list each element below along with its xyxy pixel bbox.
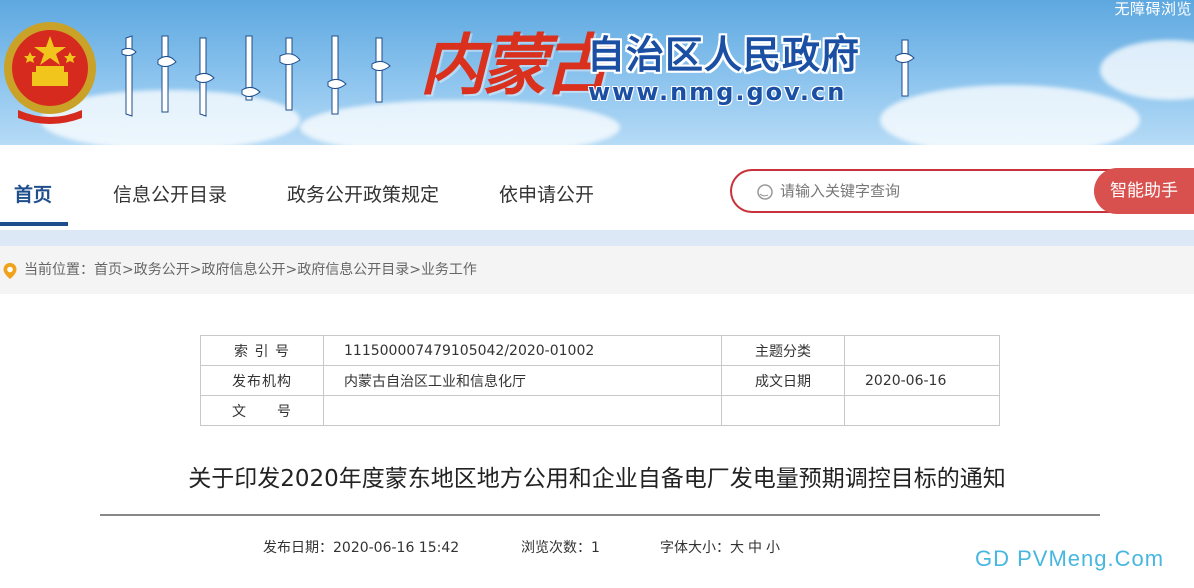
article-title: 关于印发2020年度蒙东地区地方公用和企业自备电厂发电量预期调控目标的通知 — [188, 466, 1006, 492]
nav-item-home[interactable]: 首页 — [14, 183, 52, 207]
header-banner: 无障碍浏览 内蒙古 自治区人民政府 www.nmg.gov.cn — [0, 0, 1194, 145]
breadcrumb-item-home[interactable]: 首页 — [94, 262, 122, 278]
search-input[interactable] — [780, 178, 1080, 204]
breadcrumb-bar: 当前位置：首页>政务公开>政府信息公开>政府信息公开目录>业务工作 — [0, 246, 1194, 294]
font-size-control: 字体大小：大中小 — [660, 537, 784, 557]
search-box — [730, 169, 1130, 213]
table-row: 发布机构 内蒙古自治区工业和信息化厅 成文日期 2020-06-16 — [200, 365, 1000, 396]
accessibility-link[interactable]: 无障碍浏览 — [1112, 0, 1194, 18]
mongolian-script-mark — [895, 39, 915, 97]
view-count-label: 浏览次数： — [521, 540, 591, 556]
font-size-large-button[interactable]: 大 — [730, 540, 744, 556]
site-url: www.nmg.gov.cn — [588, 78, 847, 106]
nav-item-policy-rules[interactable]: 政务公开政策规定 — [287, 183, 439, 207]
publish-date-label: 发布日期： — [263, 540, 333, 556]
main-navigation: 首页 信息公开目录 政务公开政策规定 依申请公开 智能助手 — [0, 145, 1194, 230]
breadcrumb-separator: > — [409, 262, 421, 278]
index-number-value: 111500007479105042/2020-01002 — [323, 335, 722, 366]
national-emblem-icon — [4, 22, 96, 124]
view-count-value: 1 — [591, 540, 600, 556]
font-size-small-button[interactable]: 小 — [766, 540, 780, 556]
view-count: 浏览次数：1 — [521, 537, 600, 557]
active-tab-indicator — [0, 222, 68, 226]
written-date-value: 2020-06-16 — [844, 365, 1000, 396]
empty-cell — [844, 395, 1000, 426]
empty-cell — [721, 395, 845, 426]
watermark-text: GD PVMeng.Com — [975, 546, 1165, 571]
document-number-value — [323, 395, 722, 426]
breadcrumb-separator: > — [189, 262, 202, 278]
divider-band — [0, 230, 1194, 246]
publish-date: 发布日期：2020-06-16 15:42 — [263, 537, 459, 557]
region-calligraphy-logo: 内蒙古 — [420, 26, 610, 104]
publisher-label: 发布机构 — [200, 365, 324, 396]
document-number-label: 文 号 — [200, 395, 324, 426]
font-size-label: 字体大小： — [660, 540, 730, 556]
breadcrumb-prefix: 当前位置： — [24, 262, 94, 278]
government-name: 自治区人民政府 — [587, 33, 861, 77]
breadcrumb-separator: > — [122, 262, 134, 278]
cloud-decoration — [1100, 40, 1194, 100]
search-icon[interactable] — [756, 183, 774, 201]
nav-item-apply-disclosure[interactable]: 依申请公开 — [499, 183, 594, 207]
smart-assistant-button[interactable]: 智能助手 — [1094, 168, 1194, 214]
location-pin-icon — [3, 263, 17, 279]
breadcrumb-item-business[interactable]: 业务工作 — [421, 262, 477, 278]
written-date-label: 成文日期 — [721, 365, 845, 396]
breadcrumb-item-gov-info[interactable]: 政府信息公开 — [201, 262, 285, 278]
table-row: 文 号 — [200, 395, 1000, 426]
topic-category-value — [844, 335, 1000, 366]
mongolian-script-logo — [121, 35, 391, 117]
breadcrumb: 当前位置：首页>政务公开>政府信息公开>政府信息公开目录>业务工作 — [24, 261, 477, 279]
breadcrumb-separator: > — [285, 262, 298, 278]
breadcrumb-item-info-catalog[interactable]: 政府信息公开目录 — [297, 262, 409, 278]
topic-category-label: 主题分类 — [721, 335, 845, 366]
title-divider — [100, 514, 1100, 516]
publisher-value: 内蒙古自治区工业和信息化厅 — [323, 365, 722, 396]
font-size-medium-button[interactable]: 中 — [748, 540, 762, 556]
nav-item-info-catalog[interactable]: 信息公开目录 — [113, 183, 227, 207]
index-number-label: 索 引 号 — [200, 335, 324, 366]
document-info-table: 索 引 号 111500007479105042/2020-01002 主题分类… — [200, 335, 1000, 426]
table-row: 索 引 号 111500007479105042/2020-01002 主题分类 — [200, 335, 1000, 366]
breadcrumb-item-gov-affairs[interactable]: 政务公开 — [134, 262, 190, 278]
publish-date-value: 2020-06-16 15:42 — [333, 540, 460, 556]
